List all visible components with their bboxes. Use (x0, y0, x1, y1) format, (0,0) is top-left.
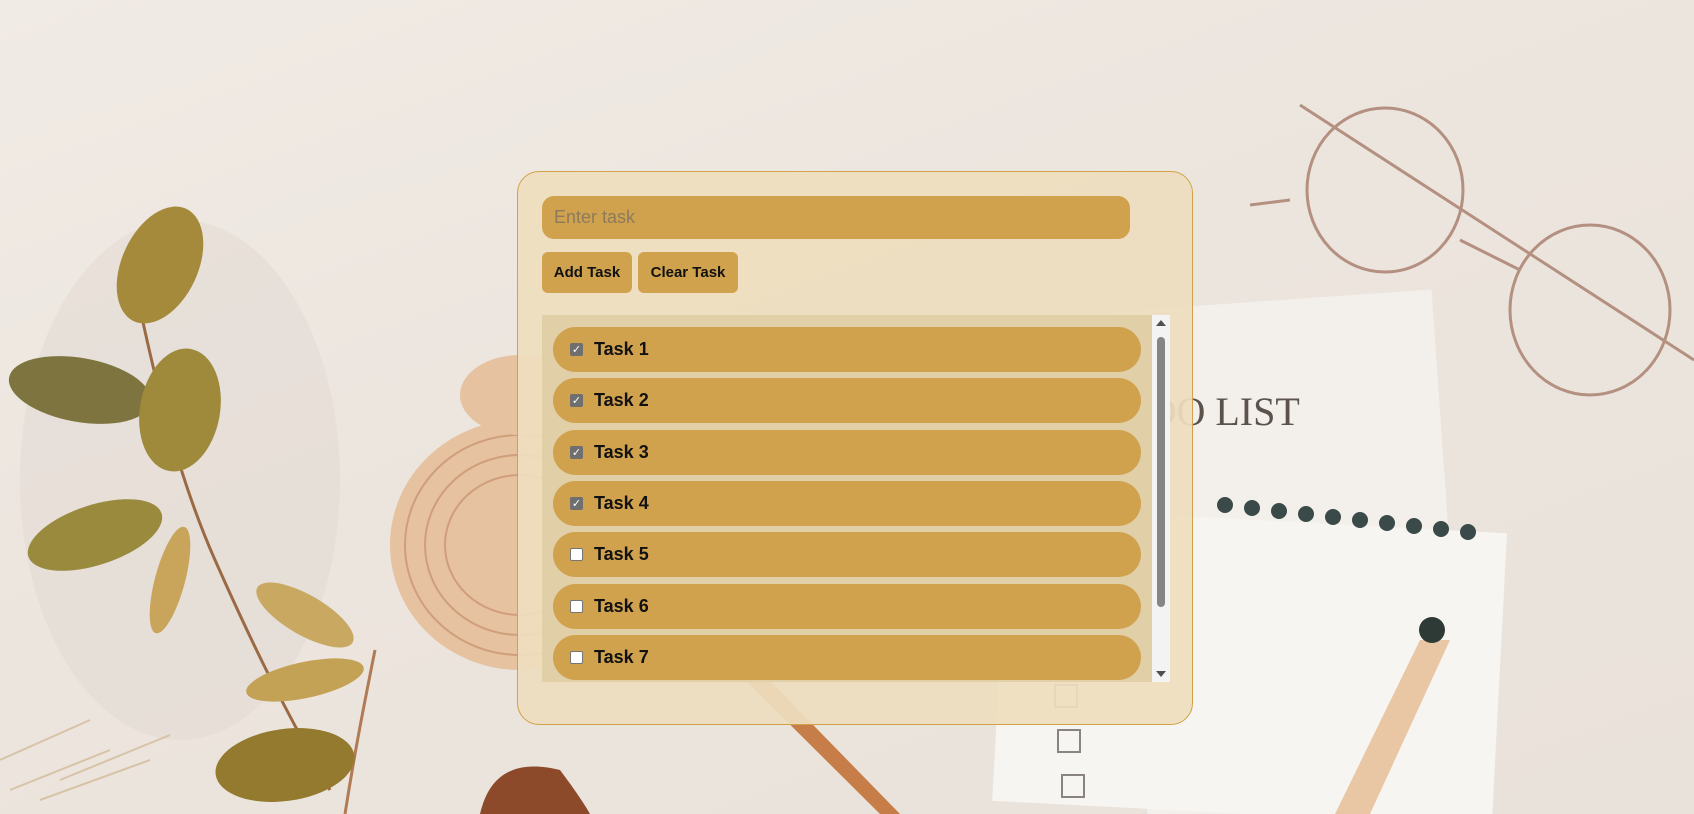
task-label: Task 1 (594, 339, 649, 359)
task-item[interactable]: Task 7 (553, 635, 1141, 680)
task-item[interactable]: ✓ Task 1 (553, 327, 1141, 372)
task-checkbox[interactable]: ✓ (570, 497, 583, 510)
task-label: Task 3 (594, 442, 649, 462)
task-checkbox[interactable] (570, 548, 583, 561)
task-checkbox[interactable] (570, 600, 583, 613)
task-checkbox[interactable]: ✓ (570, 394, 583, 407)
task-label: Task 5 (594, 544, 649, 564)
task-label: Task 7 (594, 647, 649, 667)
task-list-container: ✓ Task 1 ✓ Task 2 ✓ Task 3 ✓ Task 4 Task… (542, 315, 1170, 682)
task-item[interactable]: Task 6 (553, 584, 1141, 629)
task-label: Task 6 (594, 596, 649, 616)
task-list: ✓ Task 1 ✓ Task 2 ✓ Task 3 ✓ Task 4 Task… (542, 315, 1152, 682)
task-item[interactable]: ✓ Task 4 (553, 481, 1141, 526)
task-checkbox[interactable]: ✓ (570, 343, 583, 356)
task-item[interactable]: ✓ Task 3 (553, 430, 1141, 475)
todo-panel: Add Task Clear Task ✓ Task 1 ✓ Task 2 ✓ … (517, 171, 1193, 725)
task-list-scrollbar[interactable] (1152, 315, 1170, 682)
clear-task-button[interactable]: Clear Task (638, 252, 738, 293)
page: TO DO LIST Add Task Clear Task ✓ Task 1 (0, 0, 1694, 814)
scroll-up-arrow-icon[interactable] (1156, 320, 1166, 326)
task-item[interactable]: Task 5 (553, 532, 1141, 577)
scrollbar-thumb[interactable] (1157, 337, 1165, 607)
task-checkbox[interactable] (570, 651, 583, 664)
task-item[interactable]: ✓ Task 2 (553, 378, 1141, 423)
scroll-down-arrow-icon[interactable] (1156, 671, 1166, 677)
add-task-button[interactable]: Add Task (542, 252, 632, 293)
task-input[interactable] (542, 196, 1130, 239)
task-label: Task 4 (594, 493, 649, 513)
task-label: Task 2 (594, 390, 649, 410)
task-checkbox[interactable]: ✓ (570, 446, 583, 459)
